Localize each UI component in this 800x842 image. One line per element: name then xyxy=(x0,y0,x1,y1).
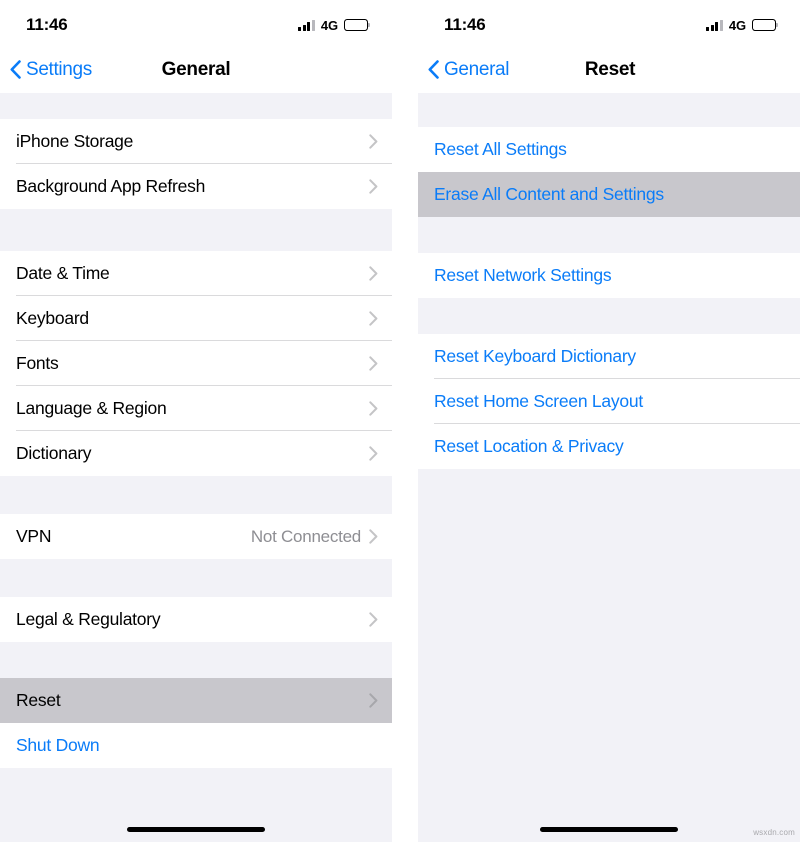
list-item-iphone-storage[interactable]: iPhone Storage xyxy=(0,119,392,164)
section-gap xyxy=(0,642,392,678)
list-item-label: Legal & Regulatory xyxy=(16,609,161,629)
list-item-reset-network-settings[interactable]: Reset Network Settings xyxy=(418,253,800,298)
list-item-dictionary[interactable]: Dictionary xyxy=(0,431,392,476)
section-gap xyxy=(0,559,392,597)
battery-icon xyxy=(344,19,371,31)
section-gap xyxy=(0,476,392,514)
list-item-value: Not Connected xyxy=(250,526,361,546)
network-type-label: 4G xyxy=(320,17,338,33)
list-item-label: Date & Time xyxy=(16,263,110,283)
list-item-label: Reset Location & Privacy xyxy=(434,436,624,456)
chevron-right-icon xyxy=(369,446,378,461)
list-item-erase-all-content-and-settings[interactable]: Erase All Content and Settings xyxy=(418,172,800,217)
section-gap xyxy=(418,93,800,127)
settings-group: Reset Network Settings xyxy=(418,253,800,298)
list-item-label: Reset Network Settings xyxy=(434,265,612,285)
list-item-label: iPhone Storage xyxy=(16,131,134,151)
battery-icon xyxy=(752,19,779,31)
dual-screenshot-container: 11:46 4G Settings General iPhone Storage… xyxy=(0,0,800,842)
list-item-label: Language & Region xyxy=(16,398,167,418)
list-item-vpn[interactable]: VPN Not Connected xyxy=(0,514,392,559)
list-item-label: Keyboard xyxy=(16,308,89,328)
phone-screen-general: 11:46 4G Settings General iPhone Storage… xyxy=(0,0,392,842)
section-gap xyxy=(418,298,800,334)
settings-group: Date & Time Keyboard Fonts Language & Re… xyxy=(0,251,392,476)
list-item-label: Reset xyxy=(16,690,61,710)
list-item-shut-down[interactable]: Shut Down xyxy=(0,723,392,768)
list-item-label: Background App Refresh xyxy=(16,176,206,196)
chevron-right-icon xyxy=(369,693,378,708)
back-button-settings[interactable]: Settings xyxy=(0,59,92,81)
chevron-right-icon xyxy=(369,311,378,326)
section-gap xyxy=(0,209,392,251)
status-indicators: 4G xyxy=(706,14,779,33)
network-type-label: 4G xyxy=(728,17,746,33)
home-indicator[interactable] xyxy=(540,826,678,832)
chevron-right-icon xyxy=(369,356,378,371)
home-indicator-area xyxy=(418,814,800,842)
settings-group: Reset Shut Down xyxy=(0,678,392,768)
list-item-reset-location-and-privacy[interactable]: Reset Location & Privacy xyxy=(418,424,800,469)
section-gap xyxy=(418,217,800,253)
list-item-date-and-time[interactable]: Date & Time xyxy=(0,251,392,296)
home-indicator[interactable] xyxy=(127,826,265,832)
list-item-reset-keyboard-dictionary[interactable]: Reset Keyboard Dictionary xyxy=(418,334,800,379)
chevron-right-icon xyxy=(369,612,378,627)
watermark: wsxdn.com xyxy=(753,828,795,837)
status-time: 11:46 xyxy=(444,15,486,34)
list-item-reset[interactable]: Reset xyxy=(0,678,392,723)
list-item-label: Reset All Settings xyxy=(434,139,567,159)
settings-list-reset: Reset All Settings Erase All Content and… xyxy=(418,93,800,814)
list-item-label: Shut Down xyxy=(16,735,100,755)
chevron-right-icon xyxy=(369,529,378,544)
list-item-fonts[interactable]: Fonts xyxy=(0,341,392,386)
list-item-label: Reset Keyboard Dictionary xyxy=(434,346,636,366)
settings-group: iPhone Storage Background App Refresh xyxy=(0,119,392,209)
section-gap xyxy=(0,93,392,119)
navigation-bar: General Reset xyxy=(418,46,800,93)
status-time: 11:46 xyxy=(26,15,68,34)
settings-group: Legal & Regulatory xyxy=(0,597,392,642)
list-item-label: Reset Home Screen Layout xyxy=(434,391,643,411)
list-item-background-app-refresh[interactable]: Background App Refresh xyxy=(0,164,392,209)
chevron-right-icon xyxy=(369,134,378,149)
status-indicators: 4G xyxy=(298,14,371,33)
list-item-legal-and-regulatory[interactable]: Legal & Regulatory xyxy=(0,597,392,642)
status-bar: 11:46 4G xyxy=(0,0,392,46)
list-item-reset-all-settings[interactable]: Reset All Settings xyxy=(418,127,800,172)
settings-group: VPN Not Connected xyxy=(0,514,392,559)
navigation-bar: Settings General xyxy=(0,46,392,93)
settings-list-general: iPhone Storage Background App Refresh Da… xyxy=(0,93,392,814)
home-indicator-area xyxy=(0,814,392,842)
back-button-label: General xyxy=(444,58,510,80)
status-bar: 11:46 4G xyxy=(418,0,800,46)
cellular-signal-icon xyxy=(706,19,723,31)
settings-group: Reset All Settings Erase All Content and… xyxy=(418,127,800,217)
list-item-label: Erase All Content and Settings xyxy=(434,184,664,204)
list-item-language-and-region[interactable]: Language & Region xyxy=(0,386,392,431)
settings-group: Reset Keyboard Dictionary Reset Home Scr… xyxy=(418,334,800,469)
list-item-label: VPN xyxy=(16,526,52,546)
list-item-keyboard[interactable]: Keyboard xyxy=(0,296,392,341)
screenshot-divider xyxy=(392,0,418,842)
back-button-general[interactable]: General xyxy=(418,58,510,81)
chevron-right-icon xyxy=(369,266,378,281)
list-item-reset-home-screen-layout[interactable]: Reset Home Screen Layout xyxy=(418,379,800,424)
chevron-left-icon xyxy=(428,60,439,79)
phone-screen-reset: 11:46 4G General Reset Reset All Setting… xyxy=(418,0,800,842)
chevron-right-icon xyxy=(369,179,378,194)
back-button-label: Settings xyxy=(26,58,92,80)
chevron-right-icon xyxy=(369,401,378,416)
list-item-label: Fonts xyxy=(16,353,59,373)
list-item-label: Dictionary xyxy=(16,443,92,463)
cellular-signal-icon xyxy=(298,19,315,31)
chevron-left-icon xyxy=(10,60,21,79)
